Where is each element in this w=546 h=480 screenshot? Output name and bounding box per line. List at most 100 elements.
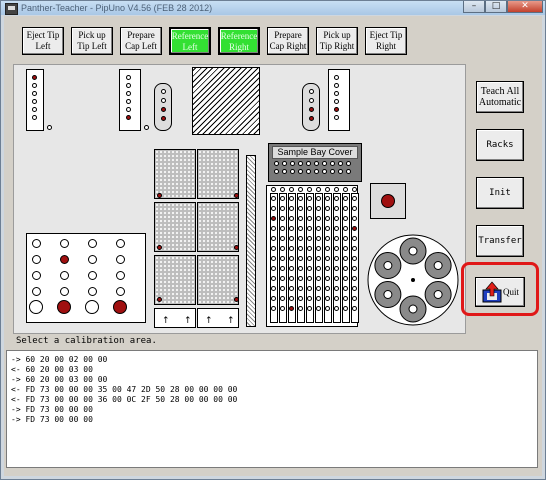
tube-position	[115, 270, 125, 280]
sample-position	[343, 236, 348, 241]
sample-position	[307, 206, 312, 211]
sample-position	[343, 246, 348, 251]
narrow-strip[interactable]	[246, 155, 256, 327]
tip-position	[334, 91, 339, 96]
sample-position	[325, 236, 330, 241]
tube-position	[87, 270, 97, 280]
prepare-cap-left-button[interactable]: Prepare Cap Left	[120, 27, 162, 55]
racks-button[interactable]: Racks	[476, 129, 524, 161]
quit-button[interactable]: Quit	[475, 277, 525, 307]
plate-4[interactable]	[197, 202, 239, 252]
plate-marker	[234, 297, 239, 302]
sample-position	[307, 196, 312, 201]
plate-2[interactable]	[197, 149, 239, 199]
toolbar-label-line1: Prepare	[127, 30, 155, 40]
reference-left-button[interactable]: Reference Left	[169, 27, 211, 55]
reference-right-button[interactable]: Reference Right	[218, 27, 260, 55]
sample-position	[271, 266, 276, 271]
cover-hole	[274, 169, 279, 174]
sample-position	[271, 286, 276, 291]
prepare-cap-right-button[interactable]: Prepare Cap Right	[267, 27, 309, 55]
cap-position	[309, 98, 314, 103]
sample-position	[298, 276, 303, 281]
sample-position	[334, 256, 339, 261]
arrow-up-icon: ↑	[227, 316, 235, 326]
status-text: Select a calibration area.	[16, 336, 157, 346]
sample-position	[316, 246, 321, 251]
sample-position	[334, 296, 339, 301]
sample-position	[334, 246, 339, 251]
deck-canvas[interactable]: Sample Bay Cover ↑ ↑ ↑ ↑	[13, 64, 466, 334]
sample-position	[289, 266, 294, 271]
tube-position	[87, 254, 97, 264]
cover-hole	[346, 169, 351, 174]
sample-position	[280, 226, 285, 231]
sample-position	[352, 276, 357, 281]
sample-position	[280, 306, 285, 311]
sample-position	[316, 216, 321, 221]
sample-position	[307, 266, 312, 271]
sample-position	[289, 226, 294, 231]
tube-position	[113, 300, 127, 314]
eject-tip-right-button[interactable]: Eject Tip Right	[365, 27, 407, 55]
sample-position	[334, 216, 339, 221]
arrow-up-icon: ↑	[205, 316, 213, 326]
waste-area[interactable]	[192, 67, 260, 135]
minimize-button[interactable]: –	[463, 1, 485, 13]
sample-position	[343, 296, 348, 301]
tip-position	[334, 83, 339, 88]
cover-hole	[330, 169, 335, 174]
init-button[interactable]: Init	[476, 177, 524, 209]
plate-marker	[234, 193, 239, 198]
sample-position	[325, 246, 330, 251]
sample-position	[298, 306, 303, 311]
toolbar-label-line1: Reference	[171, 31, 209, 41]
pick-up-tip-left-button[interactable]: Pick up Tip Left	[71, 27, 113, 55]
sample-position	[334, 226, 339, 231]
plate-1[interactable]	[154, 149, 196, 199]
tube-position	[87, 238, 97, 248]
close-button[interactable]: ✕	[507, 1, 543, 13]
tube-position	[59, 254, 69, 264]
tube-position	[29, 300, 43, 314]
toolbar-label-line2: Tip Right	[319, 41, 355, 51]
tip-position	[126, 99, 131, 104]
plate-marker	[157, 245, 162, 250]
cover-hole	[338, 161, 343, 166]
sample-position	[298, 206, 303, 211]
sample-top-marker	[271, 187, 276, 192]
cover-hole	[282, 161, 287, 166]
transfer-button[interactable]: Transfer	[476, 225, 524, 257]
tube-position	[87, 286, 97, 296]
tip-rack-right[interactable]	[328, 69, 350, 131]
sample-top-marker	[316, 187, 321, 192]
tube-position	[115, 286, 125, 296]
tip-position	[126, 91, 131, 96]
sample-position	[271, 246, 276, 251]
carousel[interactable]	[366, 233, 460, 327]
cap-position	[309, 116, 314, 121]
cap-position	[309, 89, 314, 94]
cover-hole	[290, 169, 295, 174]
maximize-button[interactable]: □	[485, 1, 507, 13]
sample-position	[316, 226, 321, 231]
pick-up-tip-right-button[interactable]: Pick up Tip Right	[316, 27, 358, 55]
cover-hole	[314, 161, 319, 166]
toolbar-label-line2: Left	[35, 41, 51, 51]
toolbar-label-line1: Eject Tip	[26, 30, 60, 40]
cover-hole	[338, 169, 343, 174]
cover-hole	[298, 169, 303, 174]
sample-position	[316, 276, 321, 281]
sample-position	[325, 226, 330, 231]
sample-top-marker	[334, 187, 339, 192]
sample-position	[298, 256, 303, 261]
sample-position	[307, 246, 312, 251]
eject-tip-left-button[interactable]: Eject Tip Left	[22, 27, 64, 55]
cover-hole	[322, 169, 327, 174]
toolbar-label-line2: Cap Right	[269, 41, 307, 51]
serial-log[interactable]: -> 60 20 00 02 00 00 <- 60 20 00 03 00 -> …	[6, 350, 538, 468]
sample-position	[316, 196, 321, 201]
tube-position	[115, 238, 125, 248]
plate-6[interactable]	[197, 255, 239, 305]
teach-all-automatic-button[interactable]: Teach All Automatic	[476, 81, 524, 113]
